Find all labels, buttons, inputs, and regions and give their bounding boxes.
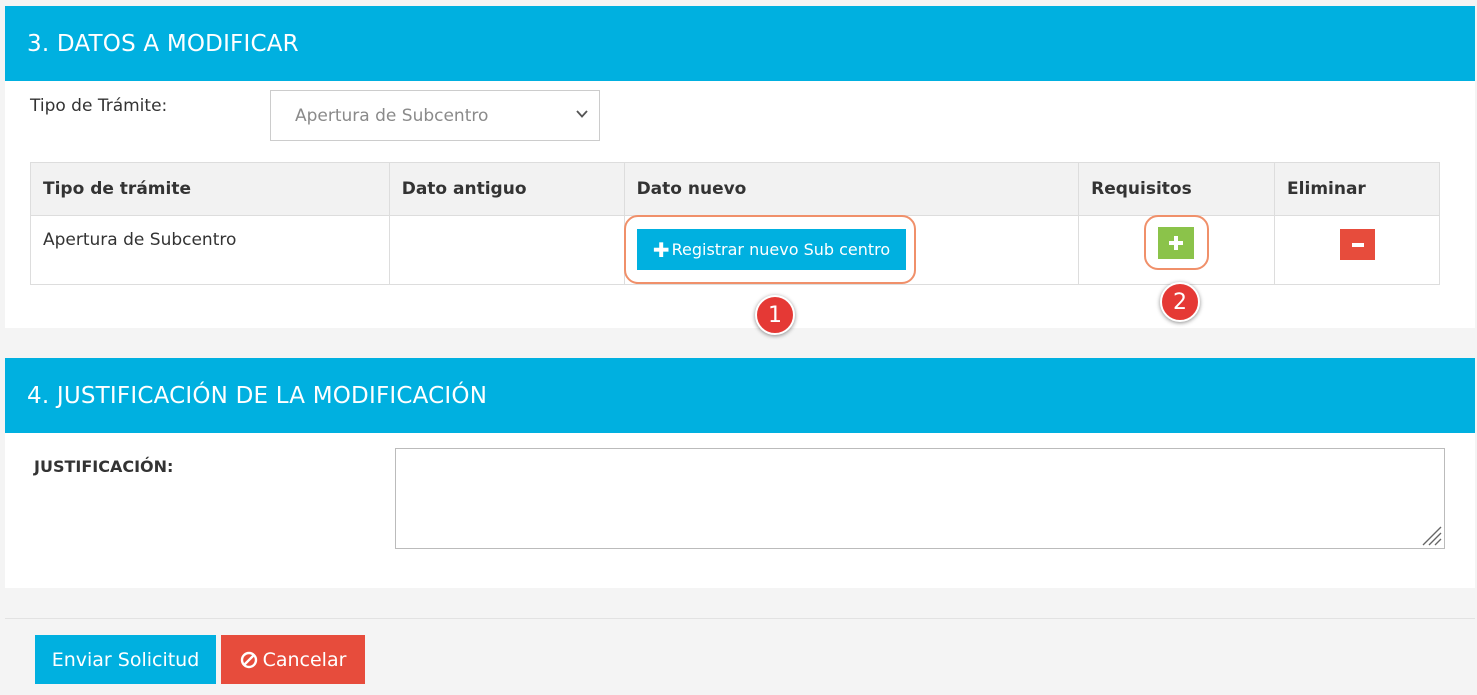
section-3-title: 3. DATOS A MODIFICAR xyxy=(5,6,1475,81)
header-tipo-tramite: Tipo de trámite xyxy=(30,162,390,216)
minus-icon xyxy=(1351,242,1364,247)
plus-icon: ✚ xyxy=(652,237,670,262)
tipo-tramite-select[interactable]: Apertura de Subcentro xyxy=(270,90,600,141)
justificacion-textarea[interactable] xyxy=(395,448,1445,549)
tipo-tramite-selected-value: Apertura de Subcentro xyxy=(295,105,489,126)
submit-request-label: Enviar Solicitud xyxy=(51,648,200,671)
cell-tipo-tramite: Apertura de Subcentro xyxy=(30,215,390,285)
cell-dato-antiguo xyxy=(388,215,625,285)
annotation-marker-1: 1 xyxy=(755,295,795,335)
chevron-down-icon xyxy=(576,110,588,118)
header-requisitos: Requisitos xyxy=(1078,162,1276,216)
header-dato-antiguo: Dato antiguo xyxy=(388,162,625,216)
section-4-title: 4. JUSTIFICACIÓN DE LA MODIFICACIÓN xyxy=(5,358,1475,433)
header-dato-nuevo: Dato nuevo xyxy=(623,162,1080,216)
section-justificacion: 4. JUSTIFICACIÓN DE LA MODIFICACIÓN JUST… xyxy=(5,358,1475,588)
ban-icon xyxy=(240,651,257,668)
annotation-marker-2: 2 xyxy=(1160,282,1200,322)
register-subcentro-button[interactable]: ✚ Registrar nuevo Sub centro xyxy=(637,229,906,270)
tipo-tramite-label: Tipo de Trámite: xyxy=(30,96,168,116)
register-subcentro-label: Registrar nuevo Sub centro xyxy=(671,240,891,259)
delete-row-button[interactable] xyxy=(1340,229,1375,260)
cancel-label: Cancelar xyxy=(262,648,347,671)
header-eliminar: Eliminar xyxy=(1274,162,1440,216)
submit-request-button[interactable]: Enviar Solicitud xyxy=(35,635,216,684)
resize-grip-icon[interactable] xyxy=(1420,524,1442,546)
add-requisitos-button[interactable] xyxy=(1158,227,1194,259)
form-footer: Enviar Solicitud Cancelar xyxy=(5,618,1475,695)
table-header-row: Tipo de trámite Dato antiguo Dato nuevo … xyxy=(30,162,1440,216)
cancel-button[interactable]: Cancelar xyxy=(221,635,365,684)
plus-icon xyxy=(1169,236,1183,250)
justificacion-label: JUSTIFICACIÓN: xyxy=(34,457,174,476)
